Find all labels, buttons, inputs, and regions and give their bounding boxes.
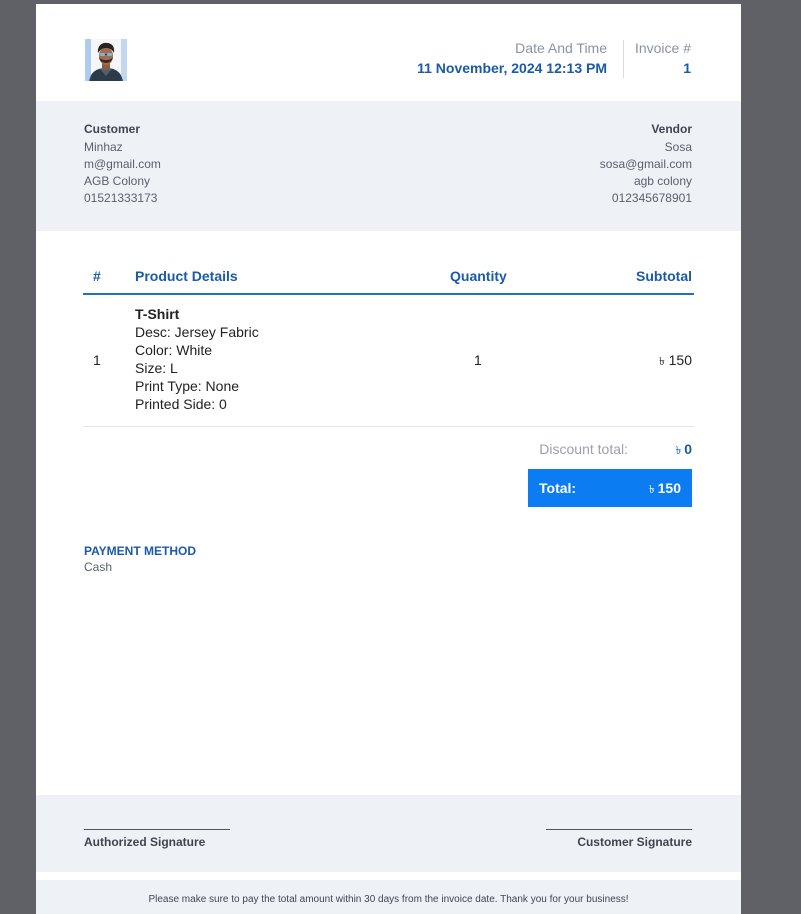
- product-size: Size: L: [135, 360, 178, 376]
- customer-phone: 01521333173: [84, 191, 158, 205]
- date-time-block: Date And Time 11 November, 2024 12:13 PM: [417, 40, 607, 78]
- payment-method: PAYMENT METHOD Cash: [84, 544, 196, 575]
- vendor-address: agb colony: [633, 174, 692, 188]
- authorized-signature-line: [84, 829, 230, 830]
- vendor-info: Vendor Sosa sosa@gmail.com agb colony 01…: [600, 121, 692, 207]
- discount-amount: 0: [684, 441, 692, 457]
- invoice-number-value: 1: [683, 60, 691, 76]
- customer-info: Customer Minhaz m@gmail.com AGB Colony 0…: [84, 121, 161, 207]
- product-color: Color: White: [135, 342, 213, 358]
- date-time-value: 11 November, 2024 12:13 PM: [417, 60, 607, 76]
- currency-symbol: ৳: [675, 445, 682, 457]
- invoice-number-label: Invoice #: [634, 40, 691, 56]
- table-header: # Product Details Quantity Subtotal: [83, 266, 694, 295]
- customer-email: m@gmail.com: [84, 157, 161, 171]
- row-number: 1: [93, 352, 101, 368]
- table-row: 1 T-Shirt Desc: Jersey Fabric Color: Whi…: [83, 295, 694, 427]
- total-box: Total: ৳ 150: [528, 469, 692, 507]
- row-quantity: 1: [474, 352, 482, 368]
- customer-title: Customer: [84, 122, 141, 136]
- row-subtotal-value: 150: [668, 352, 692, 368]
- avatar: [85, 39, 127, 81]
- payment-method-value: Cash: [84, 560, 113, 574]
- avatar-image: [85, 39, 127, 81]
- invoice-page: Date And Time 11 November, 2024 12:13 PM…: [36, 4, 741, 914]
- vendor-name: Sosa: [664, 140, 692, 154]
- total-label: Total:: [539, 480, 577, 496]
- customer-name: Minhaz: [84, 140, 123, 154]
- date-time-label: Date And Time: [515, 40, 607, 56]
- payment-method-title: PAYMENT METHOD: [84, 544, 197, 558]
- customer-signature-label: Customer Signature: [577, 835, 692, 849]
- currency-symbol: ৳: [649, 484, 655, 496]
- discount-value: ৳ 0: [676, 441, 692, 461]
- product-details: T-Shirt Desc: Jersey Fabric Color: White…: [135, 305, 259, 413]
- product-desc: Desc: Jersey Fabric: [135, 324, 259, 340]
- currency-symbol: ৳: [659, 356, 665, 368]
- vendor-phone: 012345678901: [611, 191, 692, 205]
- product-printed-side: Printed Side: 0: [135, 396, 227, 412]
- invoice-footer: Please make sure to pay the total amount…: [36, 880, 741, 914]
- column-header-quantity: Quantity: [450, 268, 507, 284]
- product-print-type: Print Type: None: [135, 378, 240, 394]
- row-subtotal: ৳ 150: [659, 352, 692, 372]
- total-amount: 150: [657, 480, 681, 496]
- product-name: T-Shirt: [135, 306, 180, 322]
- invoice-header: Date And Time 11 November, 2024 12:13 PM…: [36, 4, 741, 101]
- total-value: ৳ 150: [649, 480, 681, 500]
- invoice-number-block: Invoice # 1: [623, 40, 691, 78]
- customer-address: AGB Colony: [84, 174, 151, 188]
- authorized-signature-label: Authorized Signature: [84, 835, 206, 849]
- signatures-section: Authorized Signature Customer Signature: [36, 795, 741, 872]
- column-header-product: Product Details: [135, 268, 238, 284]
- vendor-email: sosa@gmail.com: [599, 157, 692, 171]
- customer-signature-line: [546, 829, 692, 830]
- vendor-title: Vendor: [651, 122, 692, 136]
- discount-label: Discount total:: [539, 441, 628, 457]
- footer-note: Please make sure to pay the total amount…: [148, 894, 629, 905]
- column-header-subtotal: Subtotal: [636, 268, 692, 284]
- parties-section: Customer Minhaz m@gmail.com AGB Colony 0…: [36, 101, 741, 231]
- column-header-number: #: [93, 268, 101, 284]
- items-table: # Product Details Quantity Subtotal 1 T-…: [83, 266, 694, 427]
